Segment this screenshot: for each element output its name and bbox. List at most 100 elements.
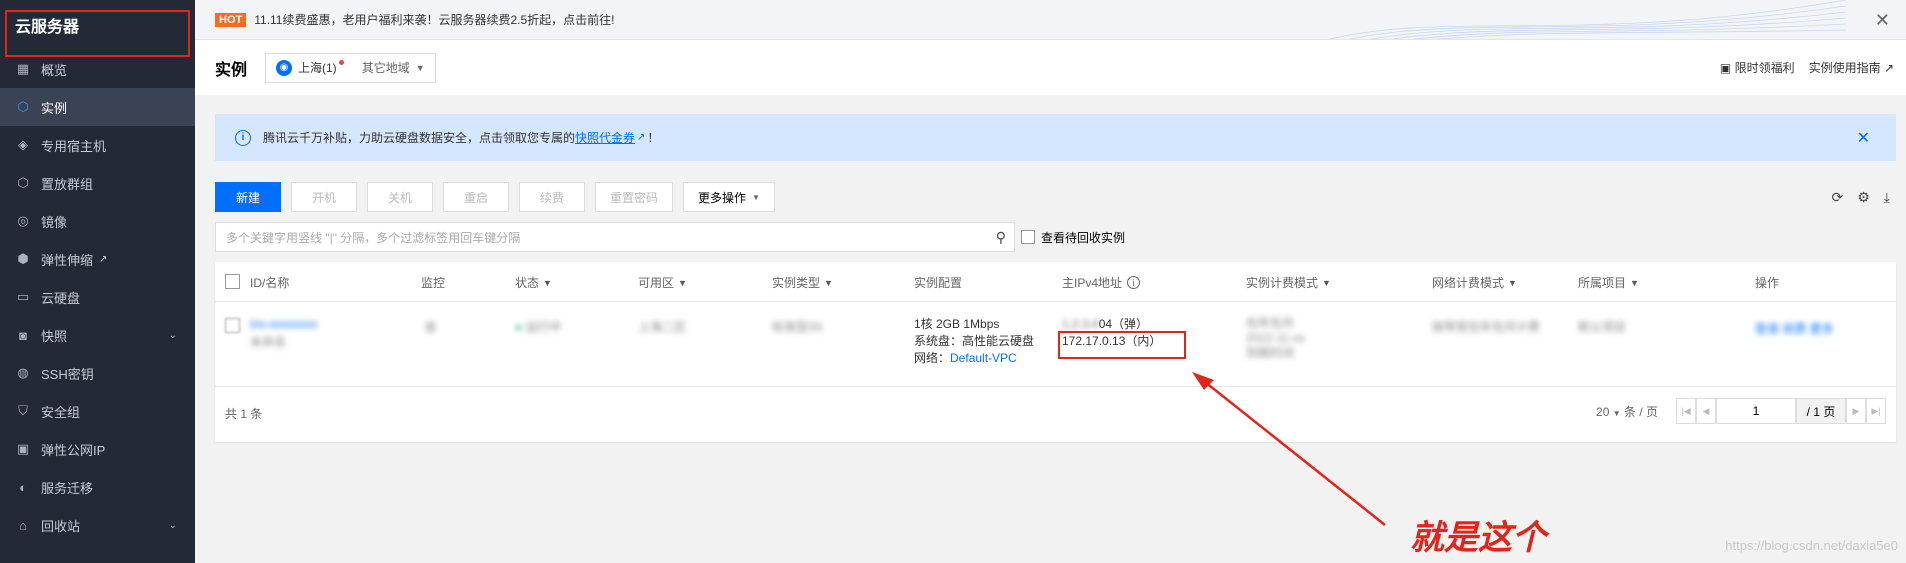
sidebar-item[interactable]: ⌂ 回收站 ⌄ xyxy=(0,506,195,544)
filter-icon[interactable]: ▼ xyxy=(1322,278,1331,288)
more-actions-label: 更多操作 xyxy=(698,190,747,205)
row-actions[interactable]: 登录 续费 更多 xyxy=(1755,320,1834,337)
select-all-checkbox[interactable] xyxy=(225,274,240,289)
region-current[interactable]: 上海(1) xyxy=(298,59,337,76)
col-billing[interactable]: 实例计费模式 ▼ xyxy=(1246,274,1331,291)
sidebar: 云服务器 ▦ 概览 ⬡ 实例 ◈ 专用宿主机 ⬡ 置放群组 ◎ 镜像 ⬢ 弹性伸缩 ↗ ▭ 云硬盘 ◙ 快照 ⌄ ◍… xyxy=(0,0,195,563)
sidebar-item[interactable]: ◍ SSH密钥 xyxy=(0,354,195,392)
sidebar-item-label: 弹性公网IP xyxy=(41,442,106,458)
wave-decoration xyxy=(1328,0,1846,39)
new-dot xyxy=(338,60,344,65)
restart-button[interactable]: 重启 xyxy=(443,182,509,212)
voucher-link[interactable]: 快照代金券 xyxy=(575,129,635,146)
search-icon[interactable]: ⚲ xyxy=(996,229,1006,246)
page-size-select[interactable]: 20 ▼ 条 / 页 xyxy=(1596,403,1658,420)
vpc-link[interactable]: Default-VPC xyxy=(950,351,1017,365)
banner-suffix: ！ xyxy=(647,131,660,145)
sidebar-item[interactable]: ⬡ 置放群组 xyxy=(0,164,195,202)
promo-bar[interactable]: HOT 11.11续费盛惠，老用户福利来袭！云服务器续费2.5折起，点击前往! … xyxy=(195,0,1906,40)
sidebar-item-label: 回收站 xyxy=(41,518,81,534)
page-header: 实例 ◉ 上海(1) 其它地域 ▼ ▣ 限时领福利 实例使用指南 ↗ xyxy=(195,40,1906,95)
toolbar-icons: ⟳ ⚙ ⤓ xyxy=(1832,189,1891,206)
filter-icon[interactable]: ▼ xyxy=(678,278,687,288)
col-status[interactable]: 状态 ▼ xyxy=(515,274,552,291)
row-checkbox[interactable] xyxy=(225,318,240,336)
start-button[interactable]: 开机 xyxy=(291,182,357,212)
refresh-icon[interactable]: ⟳ xyxy=(1832,189,1844,206)
info-banner: i 腾讯云千万补贴，力助云硬盘数据安全，点击领取您专属的 快照代金券 ↗ ！ ✕ xyxy=(215,114,1896,161)
close-icon[interactable]: ✕ xyxy=(1857,128,1870,148)
sidebar-item[interactable]: ▦ 概览 xyxy=(0,50,195,88)
prev-page-icon[interactable]: ◀ xyxy=(1696,398,1716,424)
col-ip: 主IPv4地址 i xyxy=(1062,274,1141,291)
instance-id-link[interactable]: ins-xxxxxxxx xyxy=(250,317,317,331)
col-id: ID/名称 xyxy=(250,276,290,290)
close-icon[interactable]: ✕ xyxy=(1875,10,1890,31)
gift-link-label[interactable]: 限时领福利 xyxy=(1735,61,1795,75)
external-link-icon: ↗ xyxy=(1883,61,1894,75)
table-footer: 共 1 条 20 ▼ 条 / 页 |◀ ◀ 1 / 1 页 ▶ ▶| xyxy=(215,388,1896,438)
sidebar-item-label: 安全组 xyxy=(41,404,81,420)
gift-link[interactable]: ▣ 限时领福利 xyxy=(1720,59,1795,76)
col-type[interactable]: 实例类型 ▼ xyxy=(772,274,833,291)
grid-icon: ▦ xyxy=(16,61,30,76)
filter-icon[interactable]: ▼ xyxy=(1508,278,1517,288)
new-button[interactable]: 新建 xyxy=(215,182,281,212)
ip-icon: ▣ xyxy=(16,441,30,456)
sidebar-item[interactable]: ⬡ 实例 xyxy=(0,88,195,126)
recycle-label: 查看待回收实例 xyxy=(1041,230,1126,245)
sidebar-item[interactable]: ◙ 快照 ⌄ xyxy=(0,316,195,354)
region-selector[interactable]: ◉ 上海(1) 其它地域 ▼ xyxy=(265,52,436,83)
promo-text[interactable]: 11.11续费盛惠，老用户福利来袭！云服务器续费2.5折起，点击前往! xyxy=(254,11,614,28)
filter-icon[interactable]: ▼ xyxy=(543,278,552,288)
filter-icon[interactable]: ▼ xyxy=(1630,278,1639,288)
sidebar-menu: ▦ 概览 ⬡ 实例 ◈ 专用宿主机 ⬡ 置放群组 ◎ 镜像 ⬢ 弹性伸缩 ↗ ▭ 云硬盘 ◙ 快照 ⌄ ◍ SSH密钥… xyxy=(0,50,195,544)
sidebar-item[interactable]: ◈ 专用宿主机 xyxy=(0,126,195,164)
col-config: 实例配置 xyxy=(914,276,963,290)
recycle-toggle[interactable]: 查看待回收实例 xyxy=(1021,229,1125,246)
info-icon: i xyxy=(235,129,251,146)
search-input[interactable]: 多个关键字用竖线 "|" 分隔，多个过滤标签用回车键分隔 ⚲ xyxy=(215,222,1015,252)
page-input[interactable]: 1 xyxy=(1716,398,1796,424)
sidebar-item[interactable]: ▭ 云硬盘 xyxy=(0,278,195,316)
col-project[interactable]: 所属项目 ▼ xyxy=(1578,274,1639,291)
guide-link-label[interactable]: 实例使用指南 xyxy=(1809,61,1881,75)
info-icon[interactable]: i xyxy=(1127,276,1141,289)
sidebar-item[interactable]: ⛉ 安全组 xyxy=(0,392,195,430)
table-header: ID/名称 监控 状态 ▼ 可用区 ▼ 实例类型 ▼ 实例配置 主IPv4地址 i 实例… xyxy=(215,262,1896,302)
page-total: / 1 页 xyxy=(1796,398,1846,424)
reset-password-button[interactable]: 重置密码 xyxy=(595,182,674,212)
netbilling-value: 按带宽包年包月计费 xyxy=(1432,320,1541,334)
sidebar-item[interactable]: ⬢ 弹性伸缩 ↗ xyxy=(0,240,195,278)
chevron-down-icon[interactable]: ⌄ xyxy=(169,520,177,531)
col-status-label: 状态 xyxy=(515,276,540,290)
more-actions-button[interactable]: 更多操作 ▼ xyxy=(683,182,775,212)
download-icon[interactable]: ⤓ xyxy=(1884,189,1890,206)
next-page-icon[interactable]: ▶ xyxy=(1846,398,1866,424)
scale-icon: ⬢ xyxy=(17,251,29,266)
first-page-icon[interactable]: |◀ xyxy=(1676,398,1696,424)
region-other[interactable]: 其它地域 xyxy=(362,59,410,76)
col-zone[interactable]: 可用区 ▼ xyxy=(638,274,687,291)
camera-icon: ◙ xyxy=(19,327,27,343)
gear-icon[interactable]: ⚙ xyxy=(1857,189,1870,206)
annotation-label: 就是这个 xyxy=(1410,518,1546,558)
renew-button[interactable]: 续费 xyxy=(519,182,585,212)
status-text: 运行中 xyxy=(525,320,562,334)
monitor-icon[interactable]: ▥ xyxy=(425,319,436,333)
recycle-checkbox[interactable] xyxy=(1021,230,1035,244)
chevron-down-icon[interactable]: ⌄ xyxy=(169,330,177,341)
sidebar-item[interactable]: ◎ 镜像 xyxy=(0,202,195,240)
guide-link[interactable]: 实例使用指南 ↗ xyxy=(1809,59,1894,76)
shield-icon: ⛉ xyxy=(18,403,28,418)
sidebar-item-label: 快照 xyxy=(41,328,68,344)
stop-button[interactable]: 关机 xyxy=(367,182,433,212)
sidebar-item-label: 弹性伸缩 xyxy=(41,252,94,268)
chevron-down-icon: ▼ xyxy=(752,192,760,202)
sidebar-item[interactable]: ◐ 服务迁移 xyxy=(0,468,195,506)
last-page-icon[interactable]: ▶| xyxy=(1866,398,1886,424)
sidebar-item-label: 实例 xyxy=(41,100,68,116)
col-netbilling[interactable]: 网络计费模式 ▼ xyxy=(1432,274,1517,291)
filter-icon[interactable]: ▼ xyxy=(824,278,833,288)
sidebar-item[interactable]: ▣ 弹性公网IP xyxy=(0,430,195,468)
